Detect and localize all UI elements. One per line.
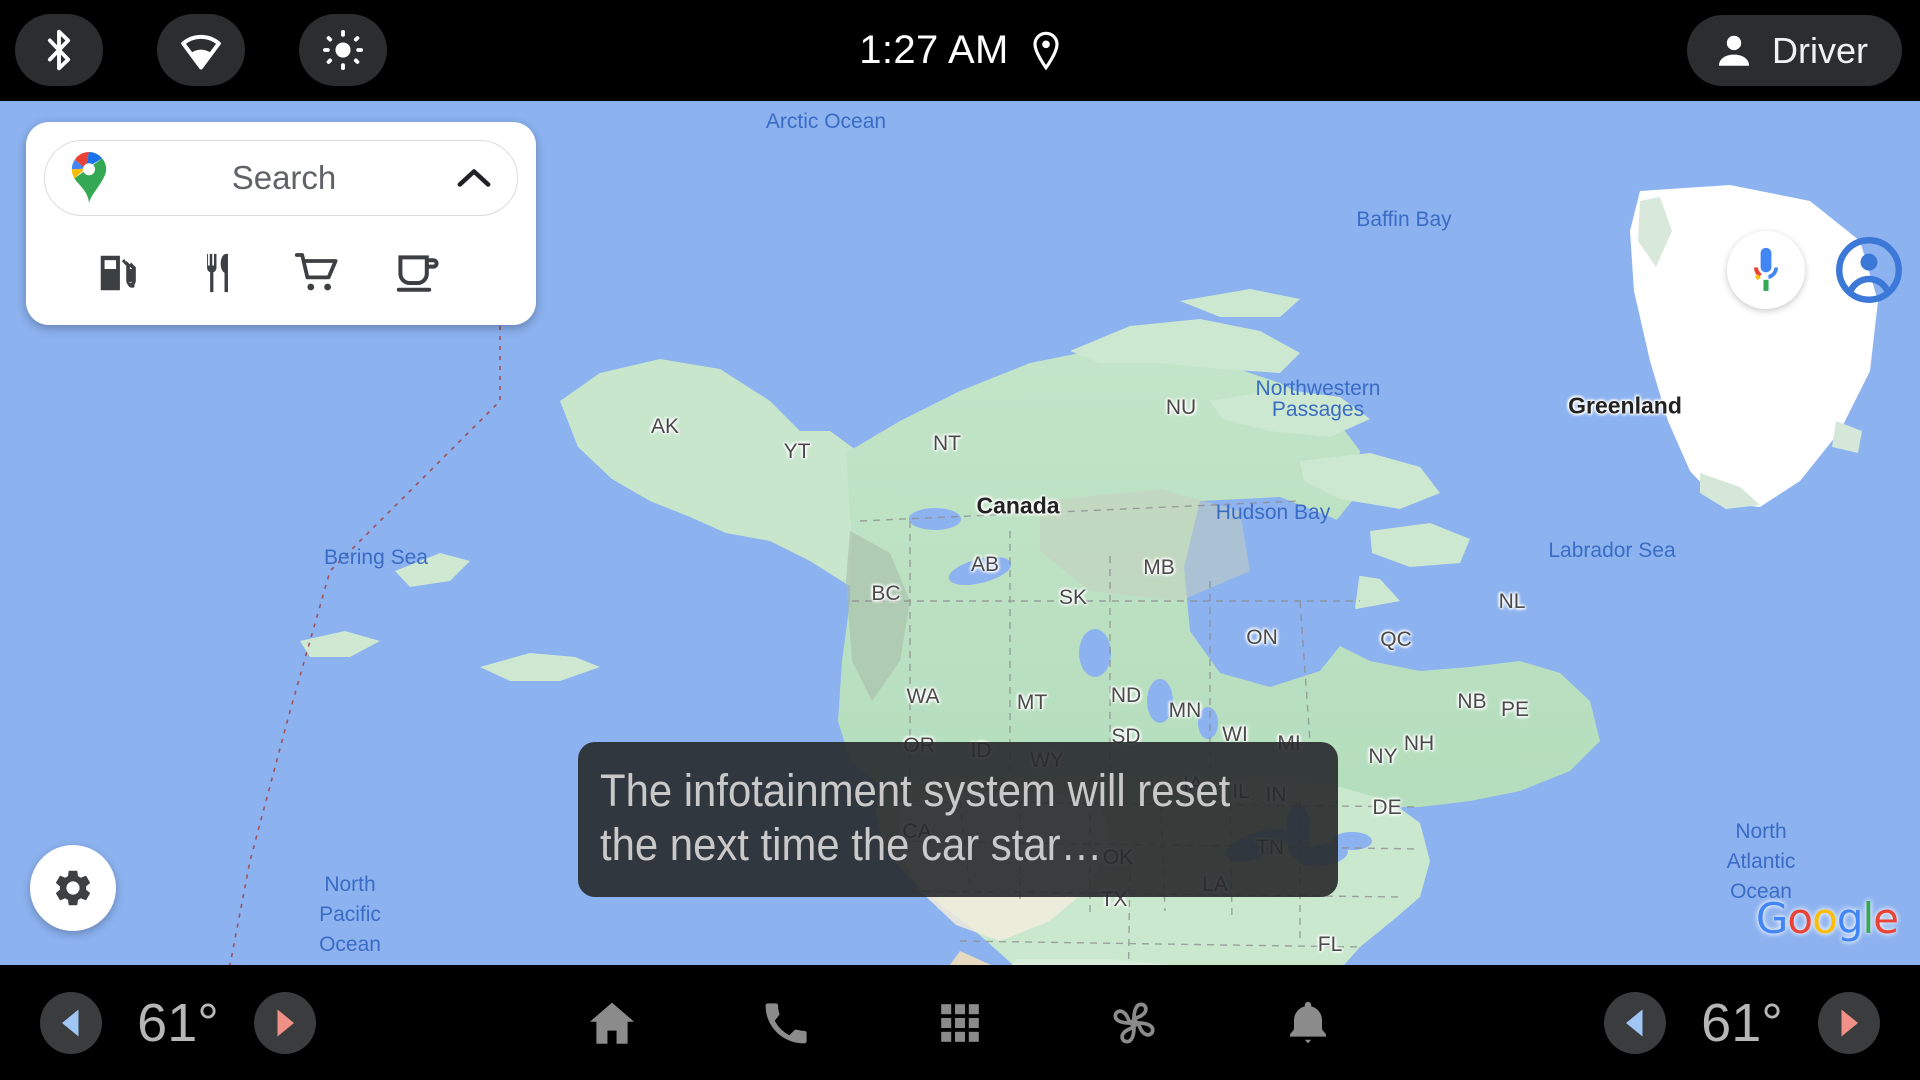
watermark-g2: g: [1836, 894, 1864, 943]
watermark-l: l: [1862, 894, 1874, 943]
climate-fan-icon: [1113, 1001, 1155, 1044]
maps-search-card: Search: [26, 122, 536, 325]
nav-notifications-button[interactable]: [1269, 984, 1347, 1062]
home-icon: [589, 1002, 635, 1044]
passenger-temp-increase-button[interactable]: [1818, 991, 1880, 1054]
status-bar: 1:27 AM Driver: [0, 0, 1920, 101]
settings-gear-icon: [56, 870, 90, 906]
caret-right-icon: [1841, 1009, 1858, 1036]
toast-message: The infotainment system will reset the n…: [600, 765, 1231, 870]
watermark-o1: o: [1787, 894, 1813, 943]
person-icon: [1718, 35, 1750, 66]
caret-left-icon: [1626, 1009, 1643, 1036]
coffee-icon: [396, 255, 439, 292]
clock-time: 1:27 AM: [859, 28, 1009, 72]
map-settings-button[interactable]: [30, 845, 116, 931]
user-profile-button[interactable]: Driver: [1687, 15, 1902, 86]
apps-grid-icon: [941, 1003, 979, 1042]
gas-station-icon: [100, 255, 136, 291]
notifications-bell-icon: [1290, 1001, 1326, 1043]
nav-climate-button[interactable]: [1095, 984, 1173, 1062]
watermark-o2: o: [1812, 894, 1838, 943]
location-pin-icon: [1033, 31, 1059, 70]
passenger-temp-control: 61°: [1604, 965, 1880, 1080]
watermark-g1: G: [1755, 894, 1789, 943]
nav-apps-button[interactable]: [921, 984, 999, 1062]
bottom-nav-bar: 61° 61°: [0, 965, 1920, 1080]
google-assistant-mic-icon: [1753, 247, 1779, 291]
quick-action-row: [26, 230, 536, 316]
google-maps-pin-logo: [71, 152, 107, 204]
passenger-temp-decrease-button[interactable]: [1604, 991, 1666, 1054]
infotainment-screen: Arctic Ocean Baffin Bay Greenland Northwest…: [0, 0, 1920, 1080]
search-input[interactable]: Search: [44, 140, 518, 216]
passenger-temp-value: 61°: [1701, 992, 1783, 1053]
quick-action-restaurant[interactable]: [168, 250, 268, 296]
search-placeholder: Search: [231, 159, 337, 196]
chevron-up-icon[interactable]: [457, 166, 491, 190]
restaurant-icon: [207, 253, 228, 293]
toast-notification: The infotainment system will reset the n…: [578, 742, 1338, 898]
account-circle-icon: [1836, 237, 1902, 303]
quick-action-groceries[interactable]: [268, 249, 368, 297]
nav-home-button[interactable]: [573, 984, 651, 1062]
quick-action-gas[interactable]: [68, 250, 168, 296]
assistant-mic-button[interactable]: [1727, 231, 1805, 309]
nav-phone-button[interactable]: [747, 984, 825, 1062]
watermark-e: e: [1873, 894, 1899, 943]
google-watermark: Google: [1755, 894, 1899, 943]
account-button[interactable]: [1832, 233, 1906, 307]
quick-action-coffee[interactable]: [368, 249, 468, 297]
phone-icon: [765, 1002, 807, 1043]
clock-group: 1:27 AM: [0, 0, 1920, 101]
grocery-cart-icon: [294, 253, 338, 291]
user-profile-label: Driver: [1772, 29, 1868, 71]
